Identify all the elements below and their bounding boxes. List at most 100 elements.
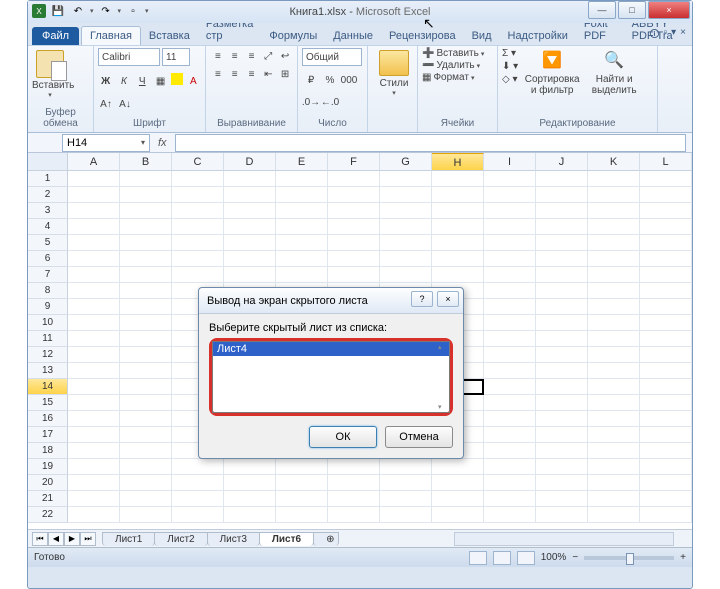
cell[interactable]: [224, 203, 276, 219]
row-header-15[interactable]: 15: [28, 395, 68, 411]
cell[interactable]: [640, 283, 692, 299]
cell[interactable]: [588, 267, 640, 283]
align-bottom-icon[interactable]: ≡: [244, 48, 260, 64]
cell[interactable]: [484, 347, 536, 363]
row-header-21[interactable]: 21: [28, 491, 68, 507]
col-header-K[interactable]: K: [588, 153, 640, 171]
cell[interactable]: [484, 251, 536, 267]
cell[interactable]: [68, 171, 120, 187]
cell[interactable]: [276, 203, 328, 219]
cell[interactable]: [120, 315, 172, 331]
row-header-4[interactable]: 4: [28, 219, 68, 235]
zoom-slider[interactable]: [584, 556, 674, 560]
tab-insert[interactable]: Вставка: [141, 27, 198, 45]
inc-decimal-icon[interactable]: .0→: [302, 95, 320, 111]
cell[interactable]: [536, 379, 588, 395]
cell[interactable]: [68, 203, 120, 219]
fill-button[interactable]: ⬇ ▾: [502, 61, 518, 72]
number-format-combo[interactable]: Общий: [302, 48, 362, 66]
cell[interactable]: [172, 235, 224, 251]
dec-decimal-icon[interactable]: ←.0: [321, 95, 339, 111]
cell[interactable]: [640, 251, 692, 267]
cell[interactable]: [588, 203, 640, 219]
cell[interactable]: [120, 363, 172, 379]
cell[interactable]: [640, 507, 692, 523]
paste-button[interactable]: Вставить ▾: [32, 48, 68, 99]
redo-icon[interactable]: ↷: [98, 3, 114, 19]
cell[interactable]: [484, 443, 536, 459]
new-icon[interactable]: ▫: [125, 3, 141, 19]
cell[interactable]: [640, 299, 692, 315]
cell[interactable]: [536, 219, 588, 235]
cell[interactable]: [380, 187, 432, 203]
cell[interactable]: [484, 171, 536, 187]
cell[interactable]: [536, 443, 588, 459]
cell[interactable]: [432, 219, 484, 235]
cell[interactable]: [120, 379, 172, 395]
cell[interactable]: [640, 187, 692, 203]
font-color-button[interactable]: A: [186, 73, 201, 89]
cell[interactable]: [224, 171, 276, 187]
new-sheet-button[interactable]: ⊕: [313, 532, 339, 546]
formula-input[interactable]: [175, 134, 686, 152]
row-header-5[interactable]: 5: [28, 235, 68, 251]
cell[interactable]: [588, 411, 640, 427]
cell[interactable]: [328, 219, 380, 235]
row-header-14[interactable]: 14: [28, 379, 68, 395]
format-cells-button[interactable]: ▦Формат▾: [422, 72, 493, 83]
col-header-B[interactable]: B: [120, 153, 172, 171]
row-header-2[interactable]: 2: [28, 187, 68, 203]
minimize-button[interactable]: —: [588, 1, 616, 19]
cell[interactable]: [120, 411, 172, 427]
merge-icon[interactable]: ⊞: [277, 66, 293, 82]
cell[interactable]: [640, 267, 692, 283]
cell[interactable]: [120, 299, 172, 315]
cell[interactable]: [224, 475, 276, 491]
wrap-text-icon[interactable]: ↩: [277, 48, 293, 64]
help-icon[interactable]: 🛈: [649, 27, 659, 44]
cell[interactable]: [380, 475, 432, 491]
cell[interactable]: [588, 363, 640, 379]
cell[interactable]: [536, 491, 588, 507]
cell[interactable]: [432, 251, 484, 267]
cell[interactable]: [640, 443, 692, 459]
cell[interactable]: [328, 235, 380, 251]
cell[interactable]: [484, 235, 536, 251]
cell[interactable]: [588, 235, 640, 251]
cell[interactable]: [640, 203, 692, 219]
cell[interactable]: [588, 491, 640, 507]
align-center-icon[interactable]: ≡: [227, 66, 243, 82]
row-header-3[interactable]: 3: [28, 203, 68, 219]
align-right-icon[interactable]: ≡: [244, 66, 260, 82]
cell[interactable]: [484, 315, 536, 331]
cell[interactable]: [536, 171, 588, 187]
close-button[interactable]: ×: [648, 1, 690, 19]
row-header-22[interactable]: 22: [28, 507, 68, 523]
cell[interactable]: [120, 187, 172, 203]
zoom-out-button[interactable]: −: [572, 552, 578, 563]
cell[interactable]: [120, 475, 172, 491]
fill-color-button[interactable]: [171, 73, 183, 85]
cell[interactable]: [328, 475, 380, 491]
cell[interactable]: [432, 235, 484, 251]
undo-icon[interactable]: ↶: [70, 3, 86, 19]
tab-home[interactable]: Главная: [81, 26, 141, 45]
cell[interactable]: [328, 491, 380, 507]
row-header-13[interactable]: 13: [28, 363, 68, 379]
cell[interactable]: [484, 299, 536, 315]
cell[interactable]: [276, 187, 328, 203]
cell[interactable]: [640, 491, 692, 507]
cell[interactable]: [640, 347, 692, 363]
dialog-titlebar[interactable]: Вывод на экран скрытого листа ? ×: [199, 288, 463, 314]
zoom-in-button[interactable]: +: [680, 552, 686, 563]
pagelayout-view-button[interactable]: [493, 551, 511, 565]
cell[interactable]: [224, 507, 276, 523]
cell[interactable]: [484, 459, 536, 475]
cell[interactable]: [380, 459, 432, 475]
col-header-C[interactable]: C: [172, 153, 224, 171]
cell[interactable]: [120, 331, 172, 347]
sheet-nav-1[interactable]: ◀: [48, 532, 64, 546]
cell[interactable]: [224, 187, 276, 203]
cell[interactable]: [380, 235, 432, 251]
cell[interactable]: [432, 475, 484, 491]
